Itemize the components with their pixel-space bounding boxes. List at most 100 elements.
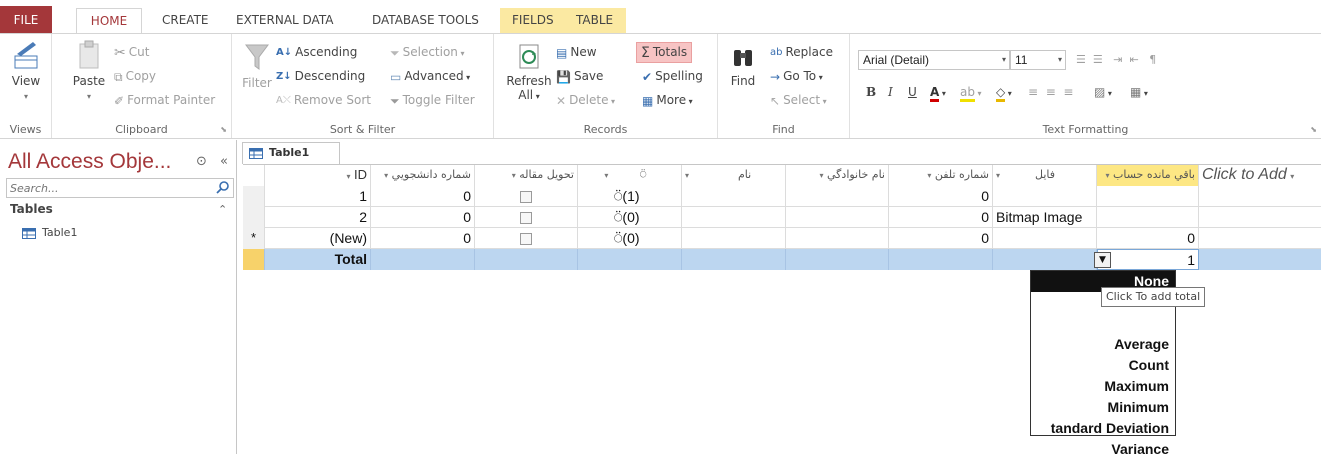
nav-item-table1[interactable]: Table1 [22,226,77,239]
nav-search-input[interactable] [7,179,207,197]
cell-last-name[interactable] [786,228,889,249]
total-option-average[interactable]: Average [1031,334,1175,355]
total-cell[interactable] [682,249,786,270]
column-header-name[interactable]: ▾ نام [682,165,786,186]
total-cell-remaining-balance[interactable]: 1 [1097,249,1199,270]
nav-menu-chevron-icon[interactable]: ⊙ [196,154,207,169]
underline-button[interactable]: U [908,84,917,100]
cell-id[interactable]: 1 [265,186,371,207]
gridlines-button[interactable]: ▦ ▾ [1130,84,1148,102]
total-option-minimum[interactable]: Minimum [1031,397,1175,418]
find-button[interactable]: Find [728,44,758,88]
shutter-bar-close-icon[interactable]: « [220,154,228,169]
tab-external-data[interactable]: EXTERNAL DATA [224,8,345,34]
goto-button[interactable]: → Go To ▾ [770,68,823,86]
cell-file[interactable] [993,186,1097,207]
collapse-icon[interactable]: ⌃ [218,203,227,216]
selection-button[interactable]: ⏷ Selection ▾ [390,44,464,62]
dialog-launcher-icon[interactable]: ⬊ [1310,125,1317,134]
search-icon[interactable] [216,180,230,194]
nav-category-tables[interactable]: Tables [10,202,53,216]
row-selector[interactable] [243,249,265,270]
cell-remaining-balance[interactable]: 0 [1097,228,1199,249]
total-option-standard-deviation[interactable]: tandard Deviation [1031,418,1175,439]
cell-new-field[interactable] [1199,207,1321,228]
cell-article-delivery[interactable] [475,186,578,207]
cell-remaining-balance[interactable] [1097,207,1199,228]
tab-fields[interactable]: FIELDS [500,8,566,34]
total-cell[interactable] [786,249,889,270]
checkbox[interactable] [520,191,532,204]
delete-record-button[interactable]: ✕ Delete ▾ [556,92,615,110]
total-cell[interactable] [578,249,682,270]
italic-button[interactable]: I [888,84,893,100]
font-name-select[interactable]: Arial (Detail) ▾ [858,50,1010,70]
format-painter-button[interactable]: ✐ Format Painter [114,92,215,109]
cell-phone[interactable]: 0 [889,228,993,249]
cell-remaining-balance[interactable] [1097,186,1199,207]
column-header-last-name[interactable]: ▾ نام خانوادگي [786,165,889,186]
cell-phone[interactable]: 0 [889,186,993,207]
cell-phone[interactable]: 0 [889,207,993,228]
total-cell[interactable] [889,249,993,270]
refresh-all-button[interactable]: Refresh All ▾ [506,44,552,104]
fill-color-button[interactable]: ◇ ▾ [996,84,1012,102]
cell-file[interactable]: Bitmap Image [993,207,1097,228]
copy-button[interactable]: ⧉ Copy [114,68,156,85]
cut-button[interactable]: ✂ Cut [114,44,149,61]
advanced-button[interactable]: ▭ Advanced ▾ [390,68,470,86]
select-all-corner[interactable] [243,165,265,186]
align-buttons[interactable]: ≡ ≡ ≡ [1028,84,1073,100]
remove-sort-button[interactable]: A⤬ Remove Sort [276,92,371,109]
more-button[interactable]: ▦ More ▾ [642,92,693,110]
total-cell[interactable] [371,249,475,270]
column-header-file[interactable]: ▾ فايل [993,165,1097,186]
view-button[interactable]: View ▾ [6,40,46,104]
highlight-color-button[interactable]: ab ▾ [960,84,982,102]
tab-create[interactable]: CREATE [150,8,221,34]
checkbox[interactable] [520,212,532,225]
total-cell[interactable] [1199,249,1321,270]
spelling-button[interactable]: ✔ Spelling [642,68,703,85]
cell-name[interactable] [682,228,786,249]
cell-attachments[interactable]: ⍥(0) [578,207,682,228]
filter-button[interactable]: Filter [240,42,274,90]
total-option-count[interactable]: Count [1031,355,1175,376]
total-cell[interactable] [993,249,1097,270]
ascending-button[interactable]: A↓ Ascending [276,44,357,61]
toggle-filter-button[interactable]: ⏷ Toggle Filter [390,92,475,109]
column-header-id[interactable]: ▾ ID [265,165,371,186]
cell-new-field[interactable] [1199,186,1321,207]
cell-last-name[interactable] [786,186,889,207]
dialog-launcher-icon[interactable]: ⬊ [220,125,227,134]
new-row-marker[interactable]: * [243,228,265,249]
total-option-maximum[interactable]: Maximum [1031,376,1175,397]
cell-id[interactable]: 2 [265,207,371,228]
column-header-phone[interactable]: ▾ شماره تلفن [889,165,993,186]
descending-button[interactable]: Z↓ Descending [276,68,365,85]
tab-file[interactable]: FILE [0,6,52,34]
bold-button[interactable]: B [866,84,876,100]
cell-student-number[interactable]: 0 [371,228,475,249]
paste-button[interactable]: Paste ▾ [72,40,106,104]
column-header-attachments[interactable]: ▾ ⍥ [578,165,682,186]
select-button[interactable]: ↖ Select ▾ [770,92,827,110]
cell-id[interactable]: (New) [265,228,371,249]
column-header-student-number[interactable]: ▾ شماره دانشجويي [371,165,475,186]
total-option-variance[interactable]: Variance [1031,439,1175,454]
font-color-button[interactable]: A ▾ [930,84,946,102]
cell-attachments[interactable]: ⍥(0) [578,228,682,249]
tab-home[interactable]: HOME [76,8,142,34]
cell-name[interactable] [682,207,786,228]
alternate-row-color-button[interactable]: ▨ ▾ [1094,84,1112,102]
cell-last-name[interactable] [786,207,889,228]
nav-pane-title[interactable]: All Access Obje... [8,150,171,174]
cell-student-number[interactable]: 0 [371,186,475,207]
totals-dropdown-button[interactable]: ▼ [1094,252,1111,268]
row-selector[interactable] [243,207,265,228]
font-size-select[interactable]: 11 ▾ [1010,50,1066,70]
totals-button[interactable]: Σ Totals [636,42,693,63]
cell-student-number[interactable]: 0 [371,207,475,228]
column-header-remaining-balance[interactable]: ▾ باقي مانده حساب [1097,165,1199,186]
tab-table[interactable]: TABLE [564,8,626,34]
